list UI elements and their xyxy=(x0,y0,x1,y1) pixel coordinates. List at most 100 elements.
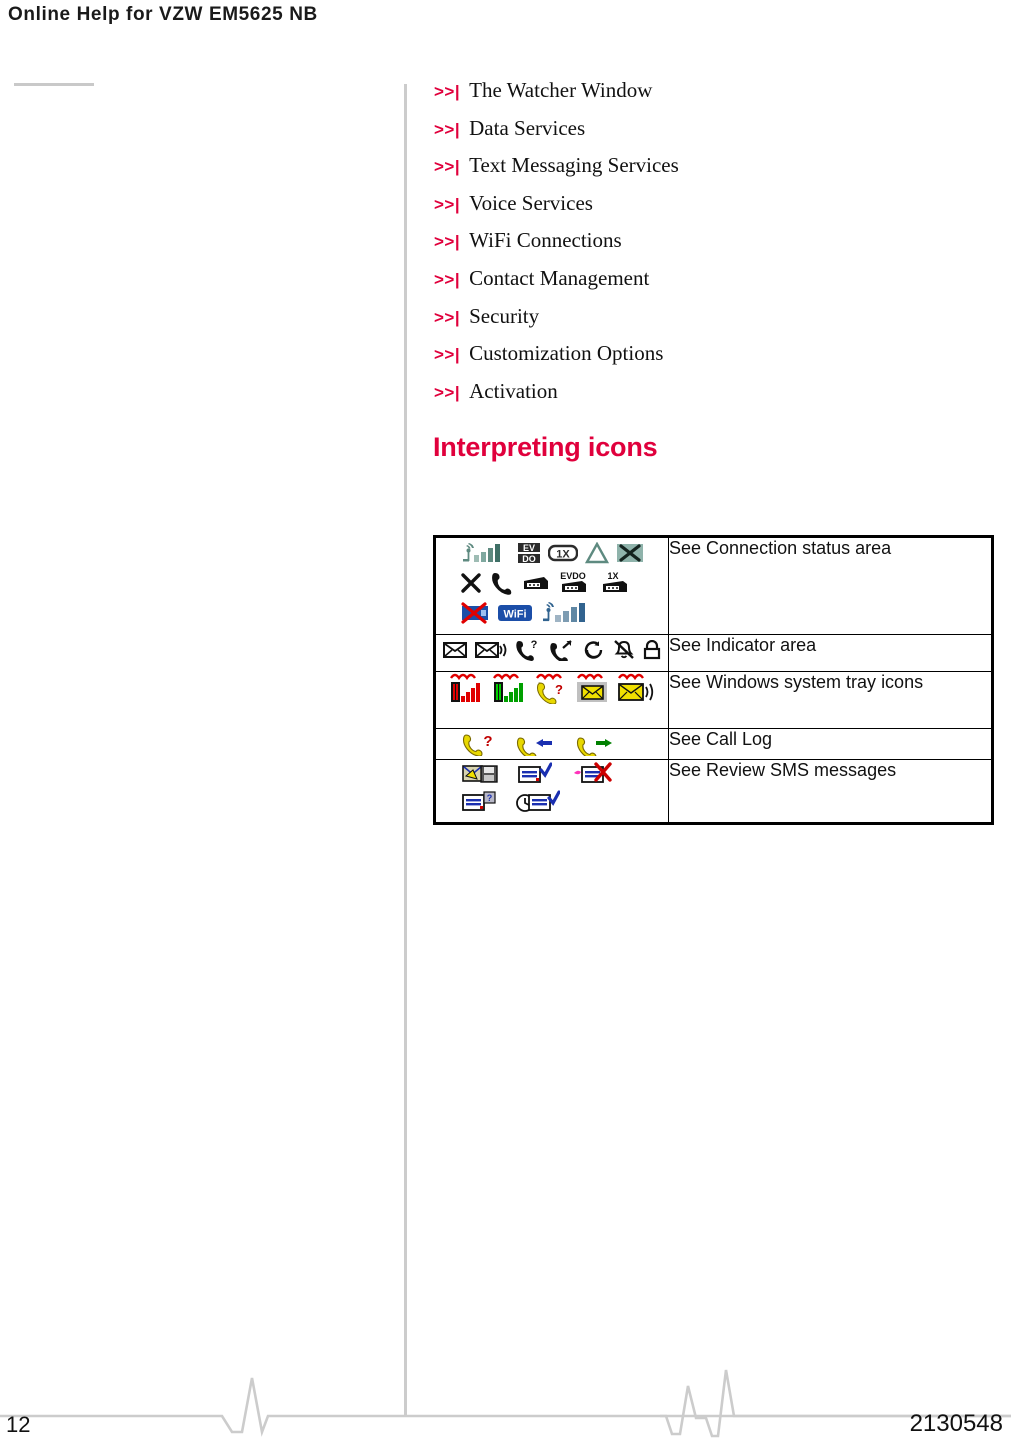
list-item-label: Activation xyxy=(469,378,558,403)
call-missed-icon: ? xyxy=(462,732,496,756)
phone-handset-icon xyxy=(489,571,513,595)
evdo-modem-icon: EVDO xyxy=(557,570,591,596)
tray-phone-question-icon: ? xyxy=(535,670,567,704)
call-incoming-icon xyxy=(516,732,556,756)
list-item-label: Contact Management xyxy=(469,265,650,290)
table-cell-label: See Review SMS messages xyxy=(668,759,993,824)
list-item[interactable]: >>| The Watcher Window xyxy=(434,78,974,116)
onex-modem-icon: 1X xyxy=(598,570,630,596)
table-row: EV DO 1X EVDO 1X WiFi See Connection sta… xyxy=(434,536,993,635)
column-divider xyxy=(404,84,407,1415)
svg-text:?: ? xyxy=(555,682,563,697)
sms-failed-icon xyxy=(572,762,612,786)
list-item-label: The Watcher Window xyxy=(469,78,653,102)
svg-text:WiFi: WiFi xyxy=(503,609,526,621)
x-box-icon xyxy=(616,542,644,564)
table-cell-label: See Connection status area xyxy=(668,536,993,635)
list-item[interactable]: >>| Data Services xyxy=(434,116,974,154)
svg-text:?: ? xyxy=(531,639,538,651)
list-item[interactable]: >>| Voice Services xyxy=(434,191,974,229)
bell-muted-icon xyxy=(613,640,635,660)
evdo-block-icon: EV DO xyxy=(517,542,541,564)
document-number: 2130548 xyxy=(909,1410,1003,1437)
xref-marker-icon: >>| xyxy=(434,269,461,289)
icon-group-connection-modes: EVDO 1X xyxy=(436,568,668,598)
envelope-icon xyxy=(443,641,467,659)
xref-marker-icon: >>| xyxy=(434,119,461,139)
icon-group-indicator-area: ? xyxy=(436,635,668,665)
table-cell-icons: EV DO 1X EVDO 1X WiFi xyxy=(434,536,669,635)
page-title: Interpreting icons xyxy=(433,432,658,462)
svg-text:1X: 1X xyxy=(607,571,618,581)
list-item[interactable]: >>| Customization Options xyxy=(434,341,974,379)
xref-marker-icon: >>| xyxy=(434,382,461,402)
list-item[interactable]: >>| WiFi Connections xyxy=(434,228,974,266)
triangle-icon xyxy=(585,542,609,564)
list-item-label: Voice Services xyxy=(469,190,593,215)
table-cell-label: See Windows system tray icons xyxy=(668,671,993,729)
xref-marker-icon: >>| xyxy=(434,157,461,177)
xref-marker-icon: >>| xyxy=(434,82,461,101)
svg-text:?: ? xyxy=(487,793,493,803)
tray-signal-green-icon xyxy=(492,670,526,704)
icon-group-sms-a xyxy=(436,760,668,788)
xref-marker-icon: >>| xyxy=(434,307,461,327)
svg-text:?: ? xyxy=(483,733,492,750)
list-item[interactable]: >>| Text Messaging Services xyxy=(434,153,974,191)
running-header: Online Help for VZW EM5625 NB xyxy=(8,4,318,25)
cross-reference-list: >>| The Watcher Window >>| Data Services… xyxy=(434,78,974,416)
svg-text:1X: 1X xyxy=(556,549,570,561)
xref-marker-icon: >>| xyxy=(434,232,461,252)
tray-envelope-sound-icon xyxy=(617,670,655,704)
sms-unknown-icon: ? xyxy=(462,790,496,814)
document-page: Online Help for VZW EM5625 NB >>| The Wa… xyxy=(0,0,1011,1442)
wifi-antenna-bars-icon xyxy=(540,601,592,625)
phone-question-icon: ? xyxy=(515,639,541,661)
sms-sent-icon xyxy=(518,762,552,786)
icon-group-wifi: WiFi xyxy=(436,598,668,628)
list-item-label: Customization Options xyxy=(469,341,664,366)
modem-icon xyxy=(520,571,550,595)
list-item-label: Security xyxy=(469,303,540,328)
sms-pending-icon xyxy=(516,790,560,814)
envelope-sound-icon xyxy=(475,641,507,659)
table-cell-icons: ? xyxy=(434,759,669,824)
page-number: 12 xyxy=(6,1412,31,1437)
list-item[interactable]: >>| Security xyxy=(434,304,974,342)
svg-text:EVDO: EVDO xyxy=(560,571,586,581)
table-row: ? xyxy=(434,759,993,824)
margin-rule xyxy=(14,83,94,86)
list-item-label: WiFi Connections xyxy=(469,228,622,253)
list-item[interactable]: >>| Contact Management xyxy=(434,266,974,304)
tray-envelope-icon xyxy=(576,670,608,704)
roaming-icon xyxy=(583,640,605,660)
xref-marker-icon: >>| xyxy=(434,194,461,214)
icon-group-connection-status: EV DO 1X xyxy=(436,538,668,568)
icon-group-system-tray: ? xyxy=(436,670,668,704)
table-cell-icons: ? xyxy=(434,634,669,672)
table-row: ? xyxy=(434,670,993,729)
xref-marker-icon: >>| xyxy=(434,345,461,365)
list-item[interactable]: >>| Activation xyxy=(434,379,974,417)
list-item-label: Data Services xyxy=(469,115,586,140)
tray-signal-red-icon xyxy=(449,670,483,704)
table-cell-label: See Call Log xyxy=(668,728,993,760)
list-item-label: Text Messaging Services xyxy=(469,153,679,178)
padlock-icon xyxy=(643,640,661,660)
onex-box-icon: 1X xyxy=(548,542,578,564)
wifi-disconnected-icon xyxy=(460,601,490,625)
table-row: ? xyxy=(434,728,993,760)
icon-group-sms-b: ? xyxy=(436,788,668,816)
call-outgoing-icon xyxy=(576,732,616,756)
table-cell-label: See Indicator area xyxy=(668,634,993,672)
phone-arrow-icon xyxy=(549,639,575,661)
svg-text:DO: DO xyxy=(522,554,536,564)
sms-save-icon xyxy=(462,762,498,786)
icon-reference-table: EV DO 1X EVDO 1X WiFi See Connection sta… xyxy=(433,535,994,825)
table-row: ? xyxy=(434,634,993,672)
table-cell-icons: ? xyxy=(434,728,669,760)
x-icon xyxy=(460,571,482,595)
antenna-signal-bars-icon xyxy=(460,542,510,564)
table-cell-icons: ? xyxy=(434,670,669,729)
svg-text:EV: EV xyxy=(523,543,535,553)
